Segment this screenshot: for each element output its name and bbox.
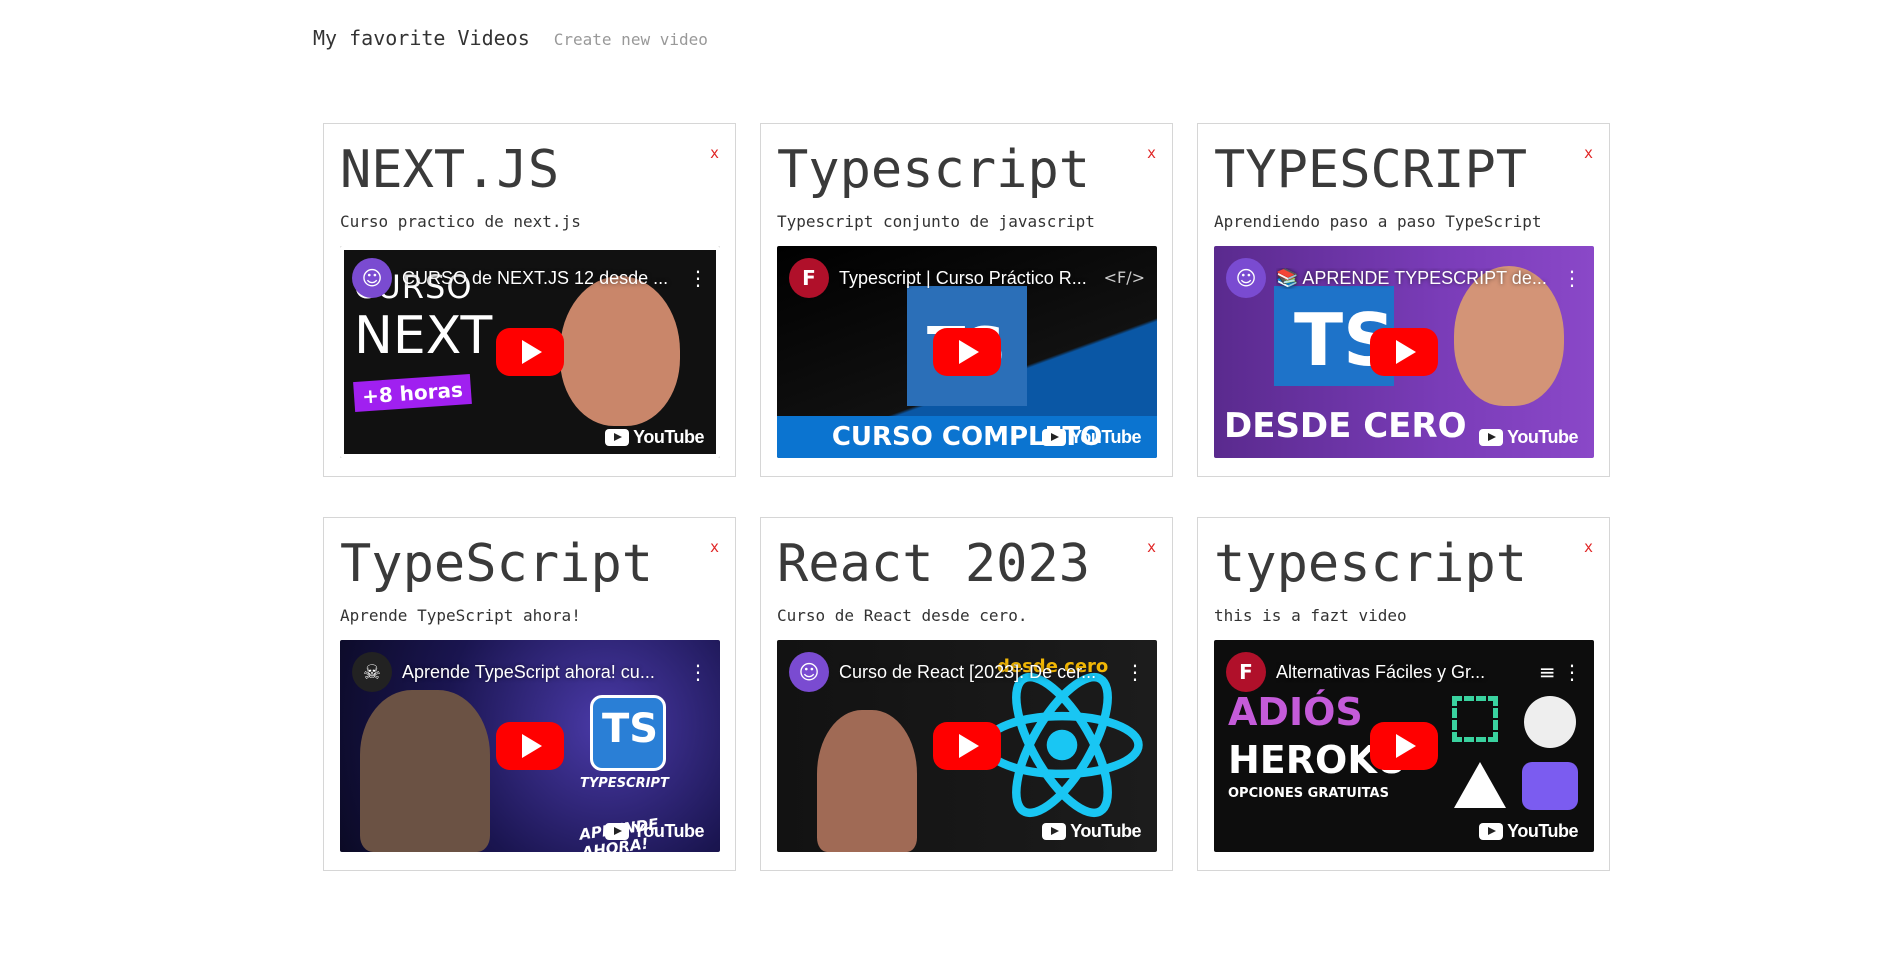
face-shape: [817, 710, 917, 852]
video-title-link[interactable]: Alternativas Fáciles y Gr...: [1276, 662, 1529, 683]
brand-link[interactable]: My favorite Videos: [313, 26, 530, 50]
delete-video-button[interactable]: x: [710, 538, 719, 556]
delete-video-button[interactable]: x: [1584, 538, 1593, 556]
play-button[interactable]: [933, 722, 1001, 770]
youtube-logo[interactable]: YouTube: [1042, 427, 1141, 448]
youtube-icon: [1479, 823, 1504, 840]
play-button[interactable]: [496, 722, 564, 770]
play-icon: [1396, 340, 1416, 364]
play-icon: [1396, 734, 1416, 758]
top-nav: My favorite Videos Create new video: [313, 26, 708, 50]
video-header: ☺ 📚 APRENDE TYPESCRIPT de... ⋮: [1226, 258, 1582, 298]
play-button[interactable]: [496, 328, 564, 376]
play-icon: [959, 340, 979, 364]
video-card: typescript this is a fazt video x ADIÓS …: [1197, 517, 1610, 871]
more-options-icon[interactable]: ⋮: [688, 662, 708, 682]
youtube-logo[interactable]: YouTube: [1042, 821, 1141, 842]
more-options-icon: <F/>: [1103, 268, 1145, 287]
video-title-link[interactable]: CURSO de NEXT.JS 12 desde ...: [402, 268, 678, 289]
channel-avatar[interactable]: F: [789, 258, 829, 298]
delete-video-button[interactable]: x: [1584, 144, 1593, 162]
youtube-icon: [605, 823, 630, 840]
youtube-embed[interactable]: TS TYPESCRIPT APRENDE AHORA! ☠ Aprende T…: [340, 640, 720, 852]
more-options-icon[interactable]: ≡ ⋮: [1539, 662, 1582, 682]
video-card-description: Curso practico de next.js: [340, 212, 581, 231]
youtube-embed[interactable]: CURSO NEXT +8 horas ☺ CURSO de NEXT.JS 1…: [340, 246, 720, 458]
video-card: TYPESCRIPT Aprendiendo paso a paso TypeS…: [1197, 123, 1610, 477]
video-header: ☺ Curso de React [2023]: De cer... ⋮: [789, 652, 1145, 692]
channel-avatar[interactable]: ☺: [789, 652, 829, 692]
render-icon: [1452, 696, 1498, 742]
face-shape: [360, 690, 490, 852]
delete-video-button[interactable]: x: [710, 144, 719, 162]
delete-video-button[interactable]: x: [1147, 538, 1156, 556]
video-card-description: Aprendiendo paso a paso TypeScript: [1214, 212, 1542, 231]
play-icon: [522, 734, 542, 758]
channel-avatar[interactable]: ☠: [352, 652, 392, 692]
more-options-icon[interactable]: ⋮: [1562, 268, 1582, 288]
thumb-text: ADIÓS: [1228, 690, 1363, 734]
video-card-description: Aprende TypeScript ahora!: [340, 606, 581, 625]
video-title-link[interactable]: Curso de React [2023]: De cer...: [839, 662, 1115, 683]
play-button[interactable]: [1370, 722, 1438, 770]
video-card: React 2023 Curso de React desde cero. x …: [760, 517, 1173, 871]
video-card-title: typescript: [1214, 534, 1528, 594]
video-card: Typescript Typescript conjunto de javasc…: [760, 123, 1173, 477]
youtube-embed[interactable]: TS CURSO COMPLETO F Typescript | Curso P…: [777, 246, 1157, 458]
youtube-embed[interactable]: TS DESDE CERO ☺ 📚 APRENDE TYPESCRIPT de.…: [1214, 246, 1594, 458]
youtube-logo[interactable]: YouTube: [605, 427, 704, 448]
video-card-title: NEXT.JS: [340, 140, 560, 200]
thumb-text: NEXT: [354, 306, 493, 366]
youtube-logo[interactable]: YouTube: [1479, 821, 1578, 842]
video-card-description: this is a fazt video: [1214, 606, 1407, 625]
video-header: ☺ CURSO de NEXT.JS 12 desde ... ⋮: [352, 258, 708, 298]
video-grid: NEXT.JS Curso practico de next.js x CURS…: [323, 123, 1610, 871]
railway-icon: [1524, 696, 1576, 748]
video-title-link[interactable]: 📚 APRENDE TYPESCRIPT de...: [1276, 268, 1552, 289]
video-title-link[interactable]: Typescript | Curso Práctico R...: [839, 268, 1094, 289]
delete-video-button[interactable]: x: [1147, 144, 1156, 162]
thumb-text: TS: [602, 706, 659, 752]
vercel-icon: [1454, 762, 1506, 808]
video-header: ☠ Aprende TypeScript ahora! cu... ⋮: [352, 652, 708, 692]
channel-avatar[interactable]: F: [1226, 652, 1266, 692]
thumb-text: OPCIONES GRATUITAS: [1228, 786, 1389, 801]
channel-avatar[interactable]: ☺: [352, 258, 392, 298]
more-options-icon[interactable]: ⋮: [1125, 662, 1145, 682]
play-button[interactable]: [1370, 328, 1438, 376]
youtube-icon: [1042, 823, 1067, 840]
video-card-title: TYPESCRIPT: [1214, 140, 1528, 200]
play-icon: [959, 734, 979, 758]
video-card-title: Typescript: [777, 140, 1091, 200]
video-card: TypeScript Aprende TypeScript ahora! x T…: [323, 517, 736, 871]
thumb-text: TYPESCRIPT: [580, 776, 669, 791]
video-header: F Alternativas Fáciles y Gr... ≡ ⋮: [1226, 652, 1582, 692]
video-card-title: React 2023: [777, 534, 1091, 594]
youtube-logo[interactable]: YouTube: [605, 821, 704, 842]
video-card-description: Curso de React desde cero.: [777, 606, 1028, 625]
channel-avatar[interactable]: ☺: [1226, 258, 1266, 298]
youtube-embed[interactable]: ADIÓS HEROKU OPCIONES GRATUITAS F Altern…: [1214, 640, 1594, 852]
video-card-title: TypeScript: [340, 534, 654, 594]
create-video-link[interactable]: Create new video: [554, 30, 708, 49]
thumb-text: DESDE CERO: [1224, 406, 1467, 446]
video-header: F Typescript | Curso Práctico R... <F/>: [789, 258, 1145, 298]
play-icon: [522, 340, 542, 364]
play-button[interactable]: [933, 328, 1001, 376]
face-shape: [560, 276, 680, 426]
more-options-icon[interactable]: ⋮: [688, 268, 708, 288]
video-card: NEXT.JS Curso practico de next.js x CURS…: [323, 123, 736, 477]
youtube-embed[interactable]: desde cero ☺ Curso de React [2023]: De c…: [777, 640, 1157, 852]
video-card-description: Typescript conjunto de javascript: [777, 212, 1095, 231]
youtube-icon: [605, 429, 630, 446]
youtube-logo[interactable]: YouTube: [1479, 427, 1578, 448]
video-title-link[interactable]: Aprende TypeScript ahora! cu...: [402, 662, 678, 683]
map-pin-icon: [1522, 762, 1578, 810]
youtube-icon: [1479, 429, 1504, 446]
youtube-icon: [1042, 429, 1067, 446]
